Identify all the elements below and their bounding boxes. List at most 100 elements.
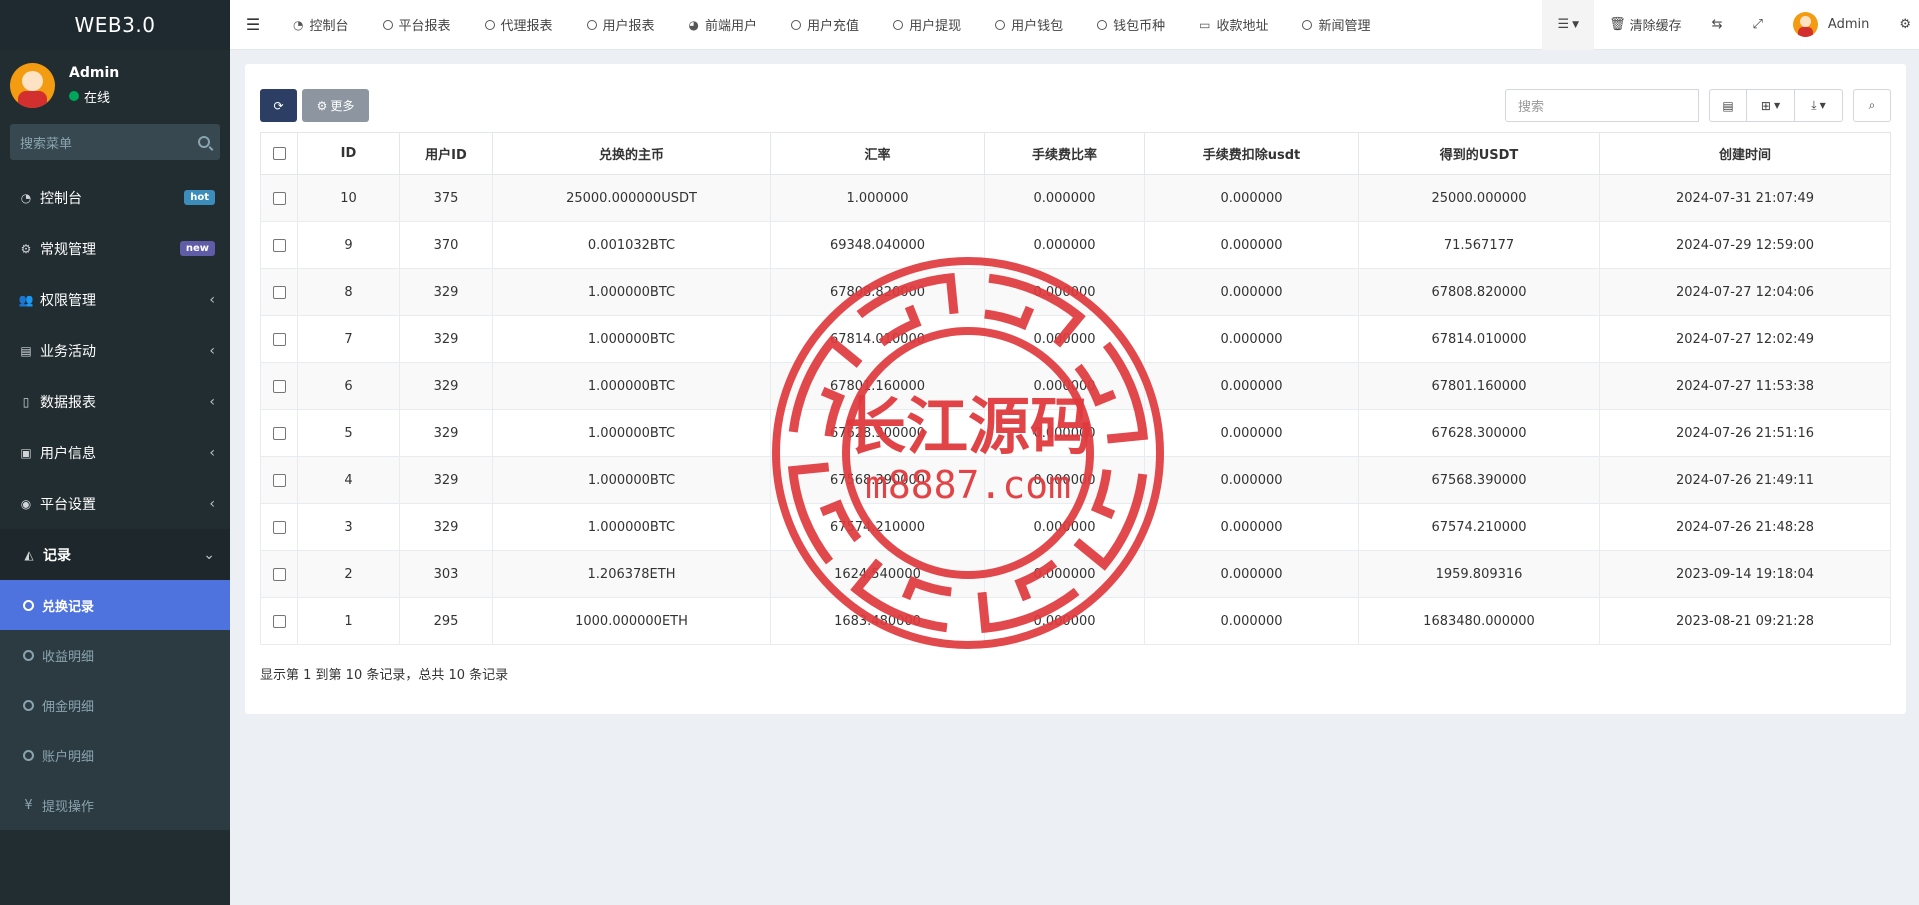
row-checkbox[interactable] <box>272 567 286 581</box>
sidebar-item-label: 平台设置 <box>40 496 96 513</box>
admin-user-menu[interactable]: Admin <box>1778 0 1884 50</box>
fullscreen-button[interactable]: ⤢ <box>1738 0 1778 50</box>
toggle-view-button[interactable]: ▤ <box>1709 89 1747 122</box>
more-button[interactable]: ⚙ 更多 <box>302 89 369 122</box>
row-checkbox[interactable] <box>272 191 286 205</box>
sidebar-item-user-info[interactable]: ▣ 用户信息 ‹ <box>0 427 230 478</box>
menu-toggle-icon[interactable]: ☰ <box>230 0 276 50</box>
tab-user-wallet[interactable]: 用户钱包 <box>978 0 1080 50</box>
sidebar-item-account-details[interactable]: 账户明细 <box>0 730 230 780</box>
table-row[interactable]: 5 329 1.000000BTC 67628.300000 0.000000 0.000… <box>260 409 1891 457</box>
select-all-checkbox[interactable] <box>272 147 286 160</box>
clear-cache-button[interactable]: 🗑 清除缓存 <box>1594 0 1697 50</box>
row-checkbox[interactable] <box>272 332 286 346</box>
records-submenu: 兑换记录 收益明细 佣金明细 账户明细 ¥ 提现操作 <box>0 580 230 830</box>
tab-wallet-currency[interactable]: 钱包币种 <box>1080 0 1182 50</box>
list-dropdown-button[interactable]: ☰ ▼ <box>1542 0 1595 50</box>
column-header[interactable]: 汇率 <box>770 132 985 175</box>
tab-news[interactable]: 新闻管理 <box>1285 0 1387 50</box>
refresh-button[interactable]: ⟳ <box>260 89 297 122</box>
row-select-cell[interactable] <box>260 315 298 363</box>
table-cell: 1959.809316 <box>1358 550 1600 598</box>
table-cell: 0.000000 <box>1144 550 1359 598</box>
circle-icon <box>995 19 1006 30</box>
table-cell: 0.000000 <box>1144 268 1359 316</box>
column-header[interactable]: ID <box>297 132 400 175</box>
brand-logo[interactable]: WEB3.0 <box>0 0 230 50</box>
row-select-cell[interactable] <box>260 409 298 457</box>
column-header[interactable]: 手续费比率 <box>984 132 1145 175</box>
table-row[interactable]: 9 370 0.001032BTC 69348.040000 0.000000 0.000… <box>260 221 1891 269</box>
table-row[interactable]: 10 375 25000.000000USDT 1.000000 0.000000 0.0… <box>260 174 1891 222</box>
menu-search-input[interactable]: 搜索菜单 <box>10 124 220 160</box>
sidebar-item-withdraw-ops[interactable]: ¥ 提现操作 <box>0 780 230 830</box>
sidebar-item-exchange-records[interactable]: 兑换记录 <box>0 580 230 630</box>
table-row[interactable]: 3 329 1.000000BTC 67574.210000 0.000000 0.000… <box>260 503 1891 551</box>
sidebar-item-income-details[interactable]: 收益明细 <box>0 630 230 680</box>
table-row[interactable]: 8 329 1.000000BTC 67808.820000 0.000000 0.000… <box>260 268 1891 316</box>
status-label: 在线 <box>84 90 111 106</box>
table-cell: 329 <box>399 409 493 457</box>
column-header[interactable]: 手续费扣除usdt <box>1144 132 1359 175</box>
row-select-cell[interactable] <box>260 597 298 645</box>
row-select-cell[interactable] <box>260 456 298 504</box>
columns-dropdown-button[interactable]: ⊞ ▼ <box>1747 89 1795 122</box>
tab-user-report[interactable]: 用户报表 <box>570 0 672 50</box>
sidebar-item-business[interactable]: ▤ 业务活动 ‹ <box>0 325 230 376</box>
row-select-cell[interactable] <box>260 550 298 598</box>
table-row[interactable]: 6 329 1.000000BTC 67801.160000 0.000000 0.000… <box>260 362 1891 410</box>
row-select-cell[interactable] <box>260 503 298 551</box>
chevron-left-icon: ‹ <box>209 291 215 308</box>
refresh-icon: ⟳ <box>273 98 284 113</box>
select-all-header[interactable] <box>260 132 298 175</box>
chevron-left-icon: ‹ <box>209 393 215 410</box>
row-select-cell[interactable] <box>260 362 298 410</box>
table-cell: 25000.000000 <box>1358 174 1600 222</box>
row-checkbox[interactable] <box>272 520 286 534</box>
tab-user-withdraw[interactable]: 用户提现 <box>876 0 978 50</box>
export-dropdown-button[interactable]: ⤓ ▼ <box>1795 89 1843 122</box>
avatar <box>10 62 55 108</box>
sidebar-item-commission-details[interactable]: 佣金明细 <box>0 680 230 730</box>
tab-frontend-users[interactable]: ◕ 前端用户 <box>672 0 775 50</box>
table-cell: 329 <box>399 503 493 551</box>
table-right-tools: 搜索 ▤ ⊞ ▼ ⤓ ▼ ⌕ <box>1505 89 1891 122</box>
table-row[interactable]: 7 329 1.000000BTC 67814.010000 0.000000 0.000… <box>260 315 1891 363</box>
tab-payment-address[interactable]: ▭ 收款地址 <box>1182 0 1285 50</box>
advanced-search-button[interactable]: ⌕ <box>1853 89 1891 122</box>
table-row[interactable]: 2 303 1.206378ETH 1624.540000 0.000000 0.0000… <box>260 550 1891 598</box>
tab-agent-report[interactable]: 代理报表 <box>468 0 570 50</box>
sidebar-item-records[interactable]: ◭ 记录 ⌄ <box>0 529 230 580</box>
table-cell: 25000.000000USDT <box>492 174 771 222</box>
row-checkbox[interactable] <box>272 614 286 628</box>
sidebar-item-general[interactable]: ⚙ 常规管理 new <box>0 223 230 274</box>
table-row[interactable]: 4 329 1.000000BTC 67568.390000 0.000000 0.000… <box>260 456 1891 504</box>
column-header[interactable]: 得到的USDT <box>1358 132 1600 175</box>
row-select-cell[interactable] <box>260 174 298 222</box>
table-cell: 2 <box>297 550 400 598</box>
sidebar-item-platform-settings[interactable]: ◉ 平台设置 ‹ <box>0 478 230 529</box>
tab-dashboard[interactable]: ◔ 控制台 <box>276 0 366 50</box>
row-checkbox[interactable] <box>272 238 286 252</box>
table-search-input[interactable]: 搜索 <box>1505 89 1699 122</box>
row-select-cell[interactable] <box>260 268 298 316</box>
sidebar-item-dashboard[interactable]: ◔ 控制台 hot <box>0 172 230 223</box>
tab-platform-report[interactable]: 平台报表 <box>366 0 468 50</box>
column-header[interactable]: 创建时间 <box>1599 132 1891 175</box>
column-header[interactable]: 兑换的主币 <box>492 132 771 175</box>
table-row[interactable]: 1 295 1000.000000ETH 1683.480000 0.000000 0.0… <box>260 597 1891 645</box>
language-button[interactable]: ⇆ <box>1697 0 1738 50</box>
sidebar-item-permissions[interactable]: 👥 权限管理 ‹ <box>0 274 230 325</box>
tab-user-recharge[interactable]: 用户充值 <box>774 0 876 50</box>
settings-button[interactable]: ⚙ <box>1884 0 1919 50</box>
sidebar-item-reports[interactable]: ▯ 数据报表 ‹ <box>0 376 230 427</box>
row-checkbox[interactable] <box>272 426 286 440</box>
grid-icon: ⊞ <box>1760 98 1771 113</box>
row-checkbox[interactable] <box>272 285 286 299</box>
circle-icon <box>23 599 34 611</box>
row-select-cell[interactable] <box>260 221 298 269</box>
row-checkbox[interactable] <box>272 379 286 393</box>
column-header[interactable]: 用户ID <box>399 132 493 175</box>
row-checkbox[interactable] <box>272 473 286 487</box>
table-cell: 67628.300000 <box>770 409 985 457</box>
